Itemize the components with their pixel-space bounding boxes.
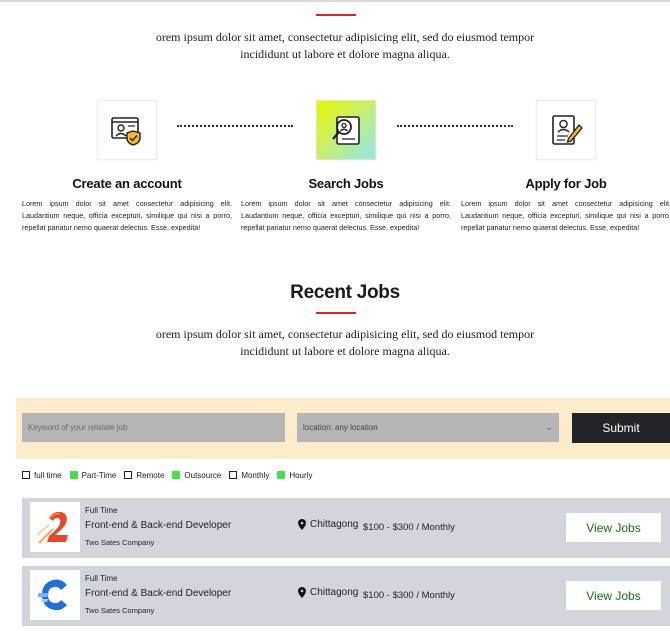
top-accent-line — [316, 14, 356, 16]
view-jobs-button[interactable]: View Jobs — [566, 581, 661, 610]
step-title: Apply for Job — [525, 176, 607, 191]
job-company: Two Sates Company — [85, 606, 155, 615]
filter-checkbox[interactable] — [172, 471, 181, 479]
step-icon-box — [97, 100, 157, 160]
map-pin-icon — [298, 519, 306, 530]
filter-label: Remote — [136, 470, 165, 480]
filter-checkbox[interactable] — [277, 471, 286, 479]
job-title[interactable]: Front-end & Back-end Developer — [85, 520, 231, 531]
intro-text: orem ipsum dolor sit amet, consectetur a… — [155, 30, 535, 61]
job-title[interactable]: Front-end & Back-end Developer — [85, 588, 231, 599]
step-create-account: Create an account Lorem ipsum dolor sit … — [22, 100, 232, 234]
job-location: Chittagong — [298, 519, 358, 530]
job-type: Full Time — [85, 574, 118, 583]
submit-button[interactable]: Submit — [572, 413, 670, 443]
filter-label: Hourly — [289, 470, 313, 480]
company-logo — [30, 570, 80, 620]
filter-checkbox[interactable] — [124, 471, 133, 479]
number-2-logo — [36, 511, 68, 544]
step-title: Create an account — [72, 176, 182, 191]
filter-label: full time — [34, 470, 62, 480]
top-border — [0, 0, 670, 2]
filter-label: Monthly — [241, 470, 270, 480]
map-pin-icon — [298, 587, 306, 598]
job-location: Chittagong — [298, 587, 358, 598]
search-profile-icon — [332, 116, 360, 145]
step-description: Lorem ipsum dolor sit amet consectetur a… — [22, 199, 232, 232]
job-type-filters: full time Part-Time Remote Outsource Mon… — [22, 469, 320, 481]
job-company: Two Sates Company — [85, 538, 155, 547]
filter-checkbox[interactable] — [229, 471, 238, 479]
step-description: Lorem ipsum dolor sit amet consectetur a… — [461, 199, 670, 232]
section-accent-line — [316, 312, 356, 314]
location-select-value: location: any location — [303, 423, 378, 432]
step-title: Search Jobs — [308, 176, 384, 191]
filter-remote[interactable]: Remote — [124, 471, 164, 480]
chevron-down-icon: ⌄ — [545, 422, 553, 432]
job-card: Full Time Front-end & Back-end Developer… — [22, 566, 670, 626]
step-search-jobs: Search Jobs Lorem ipsum dolor sit amet c… — [241, 100, 451, 234]
company-logo — [30, 502, 80, 552]
filter-hourly[interactable]: Hourly — [277, 471, 312, 480]
step-apply-job: Apply for Job Lorem ipsum dolor sit amet… — [461, 100, 670, 234]
step-description: Lorem ipsum dolor sit amet consectetur a… — [241, 199, 451, 232]
filter-outsource[interactable]: Outsource — [172, 471, 221, 480]
job-card: Full Time Front-end & Back-end Developer… — [22, 498, 670, 558]
filter-label: Part-Time — [81, 470, 117, 480]
account-shield-icon — [111, 117, 141, 146]
job-location-text: Chittagong — [310, 519, 359, 530]
filter-part-time[interactable]: Part-Time — [69, 470, 117, 480]
letter-c-logo — [38, 579, 67, 611]
section-title: Recent Jobs — [290, 282, 400, 303]
section-intro-text: orem ipsum dolor sit amet, consectetur a… — [155, 327, 535, 358]
job-salary: $100 - $300 / Monthly — [363, 522, 455, 533]
job-salary: $100 - $300 / Monthly — [363, 590, 455, 601]
location-select[interactable]: location: any location ⌄ — [297, 413, 559, 442]
filter-checkbox[interactable] — [22, 471, 30, 479]
filter-monthly[interactable]: Monthly — [229, 471, 269, 480]
keyword-search-input[interactable] — [22, 413, 285, 442]
job-location-text: Chittagong — [310, 587, 359, 598]
view-jobs-button[interactable]: View Jobs — [566, 513, 661, 542]
filter-label: Outsource — [184, 470, 222, 480]
step-icon-box — [536, 100, 596, 160]
filter-checkbox[interactable] — [69, 471, 78, 479]
filter-full-time[interactable]: full time — [22, 471, 62, 480]
resume-pencil-icon — [552, 115, 583, 145]
job-type: Full Time — [85, 506, 118, 515]
step-icon-box — [316, 100, 376, 160]
